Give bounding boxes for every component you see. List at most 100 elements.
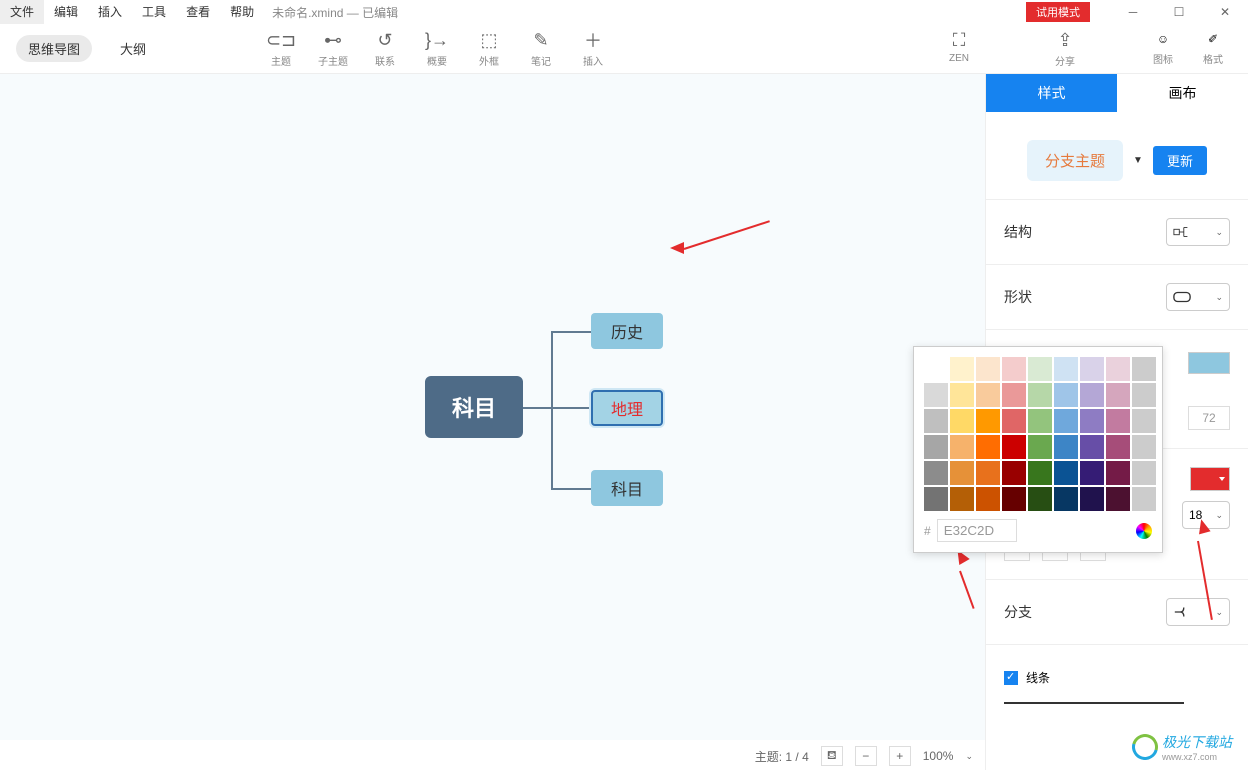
map-overview-button[interactable]: ⛾: [821, 746, 843, 766]
trial-badge[interactable]: 试用模式: [1026, 2, 1090, 22]
color-swatch[interactable]: [1028, 461, 1052, 485]
color-swatch[interactable]: [1054, 487, 1078, 511]
zoom-in-button[interactable]: +: [889, 746, 911, 766]
maximize-button[interactable]: ☐: [1156, 0, 1202, 24]
color-swatch[interactable]: [976, 357, 1000, 381]
color-swatch[interactable]: [1080, 383, 1104, 407]
menu-file[interactable]: 文件: [0, 0, 44, 24]
color-swatch[interactable]: [1106, 435, 1130, 459]
line-style-preview[interactable]: [1004, 702, 1184, 704]
menu-tools[interactable]: 工具: [132, 0, 176, 24]
color-swatch[interactable]: [1054, 461, 1078, 485]
color-swatch[interactable]: [1002, 409, 1026, 433]
color-swatch[interactable]: [1054, 409, 1078, 433]
color-swatch[interactable]: [1028, 435, 1052, 459]
tab-outline[interactable]: 大纲: [108, 35, 158, 62]
chevron-down-icon[interactable]: ▼: [1133, 155, 1143, 166]
line-checkbox[interactable]: [1004, 671, 1018, 685]
subtopic-1[interactable]: 历史: [591, 313, 663, 349]
color-swatch[interactable]: [1132, 435, 1156, 459]
menu-insert[interactable]: 插入: [88, 0, 132, 24]
color-swatch[interactable]: [924, 435, 948, 459]
color-swatch[interactable]: [1080, 357, 1104, 381]
color-swatch[interactable]: [950, 409, 974, 433]
color-swatch[interactable]: [1106, 461, 1130, 485]
color-swatch[interactable]: [950, 383, 974, 407]
boundary-button[interactable]: ⬚外框: [466, 29, 512, 68]
color-swatch[interactable]: [1054, 435, 1078, 459]
fill-color-swatch[interactable]: [1188, 352, 1230, 374]
color-swatch[interactable]: [976, 487, 1000, 511]
color-swatch[interactable]: [1028, 409, 1052, 433]
central-topic[interactable]: 科目: [425, 376, 523, 438]
font-color-swatch[interactable]: [1190, 467, 1230, 491]
color-swatch[interactable]: [1054, 357, 1078, 381]
structure-selector[interactable]: ⌄: [1166, 218, 1230, 246]
zen-button[interactable]: ⛶ZEN: [936, 29, 982, 68]
icon-tab-label[interactable]: 图标: [1153, 51, 1173, 66]
insert-button[interactable]: ＋插入: [570, 29, 616, 68]
border-width-input[interactable]: 72: [1188, 406, 1230, 430]
color-swatch[interactable]: [976, 461, 1000, 485]
zoom-level[interactable]: 100%: [923, 749, 954, 763]
topic-button[interactable]: ⊂⊐主题: [258, 29, 304, 68]
color-swatch[interactable]: [976, 435, 1000, 459]
color-swatch[interactable]: [924, 357, 948, 381]
tab-mindmap[interactable]: 思维导图: [16, 35, 92, 62]
format-brush-icon[interactable]: ✐: [1203, 29, 1223, 49]
tab-canvas[interactable]: 画布: [1117, 74, 1248, 112]
color-swatch[interactable]: [950, 461, 974, 485]
color-swatch[interactable]: [1080, 409, 1104, 433]
emoji-icon[interactable]: ☺: [1153, 29, 1173, 49]
color-swatch[interactable]: [1106, 357, 1130, 381]
color-swatch[interactable]: [976, 383, 1000, 407]
color-swatch[interactable]: [924, 487, 948, 511]
color-swatch[interactable]: [1002, 383, 1026, 407]
color-swatch[interactable]: [1080, 461, 1104, 485]
format-tab-label[interactable]: 格式: [1203, 51, 1223, 66]
color-swatch[interactable]: [1002, 435, 1026, 459]
summary-button[interactable]: }→概要: [414, 29, 460, 68]
color-swatch[interactable]: [1132, 357, 1156, 381]
color-swatch[interactable]: [1132, 461, 1156, 485]
color-swatch[interactable]: [1106, 383, 1130, 407]
color-swatch[interactable]: [1028, 357, 1052, 381]
color-swatch[interactable]: [976, 409, 1000, 433]
color-swatch[interactable]: [1132, 409, 1156, 433]
menu-view[interactable]: 查看: [176, 0, 220, 24]
color-swatch[interactable]: [1054, 383, 1078, 407]
chevron-down-icon[interactable]: ⌄: [965, 751, 973, 762]
color-swatch[interactable]: [924, 461, 948, 485]
color-swatch[interactable]: [1028, 487, 1052, 511]
canvas[interactable]: 科目 历史 地理 科目: [0, 74, 985, 740]
color-swatch[interactable]: [1132, 487, 1156, 511]
subtopic-3[interactable]: 科目: [591, 470, 663, 506]
color-swatch[interactable]: [1002, 487, 1026, 511]
tab-style[interactable]: 样式: [986, 74, 1117, 112]
menu-help[interactable]: 帮助: [220, 0, 264, 24]
menu-edit[interactable]: 编辑: [44, 0, 88, 24]
color-swatch[interactable]: [924, 383, 948, 407]
share-button[interactable]: ⇪分享: [1042, 29, 1088, 68]
subtopic-button[interactable]: ⊷子主题: [310, 29, 356, 68]
color-swatch[interactable]: [950, 487, 974, 511]
color-wheel-icon[interactable]: [1136, 523, 1152, 539]
hex-input[interactable]: [937, 519, 1017, 542]
color-swatch[interactable]: [950, 357, 974, 381]
color-swatch[interactable]: [1106, 487, 1130, 511]
color-swatch[interactable]: [1028, 383, 1052, 407]
color-swatch[interactable]: [1002, 461, 1026, 485]
note-button[interactable]: ✎笔记: [518, 29, 564, 68]
branch-style-selector[interactable]: ⌄: [1166, 598, 1230, 626]
color-swatch[interactable]: [1080, 435, 1104, 459]
topic-type-selector[interactable]: 分支主题: [1027, 140, 1123, 181]
zoom-out-button[interactable]: −: [855, 746, 877, 766]
update-button[interactable]: 更新: [1153, 146, 1207, 175]
subtopic-2-selected[interactable]: 地理: [591, 390, 663, 426]
color-swatch[interactable]: [924, 409, 948, 433]
relation-button[interactable]: ↺联系: [362, 29, 408, 68]
shape-selector[interactable]: ⌄: [1166, 283, 1230, 311]
color-swatch[interactable]: [1132, 383, 1156, 407]
color-swatch[interactable]: [1080, 487, 1104, 511]
color-swatch[interactable]: [1106, 409, 1130, 433]
